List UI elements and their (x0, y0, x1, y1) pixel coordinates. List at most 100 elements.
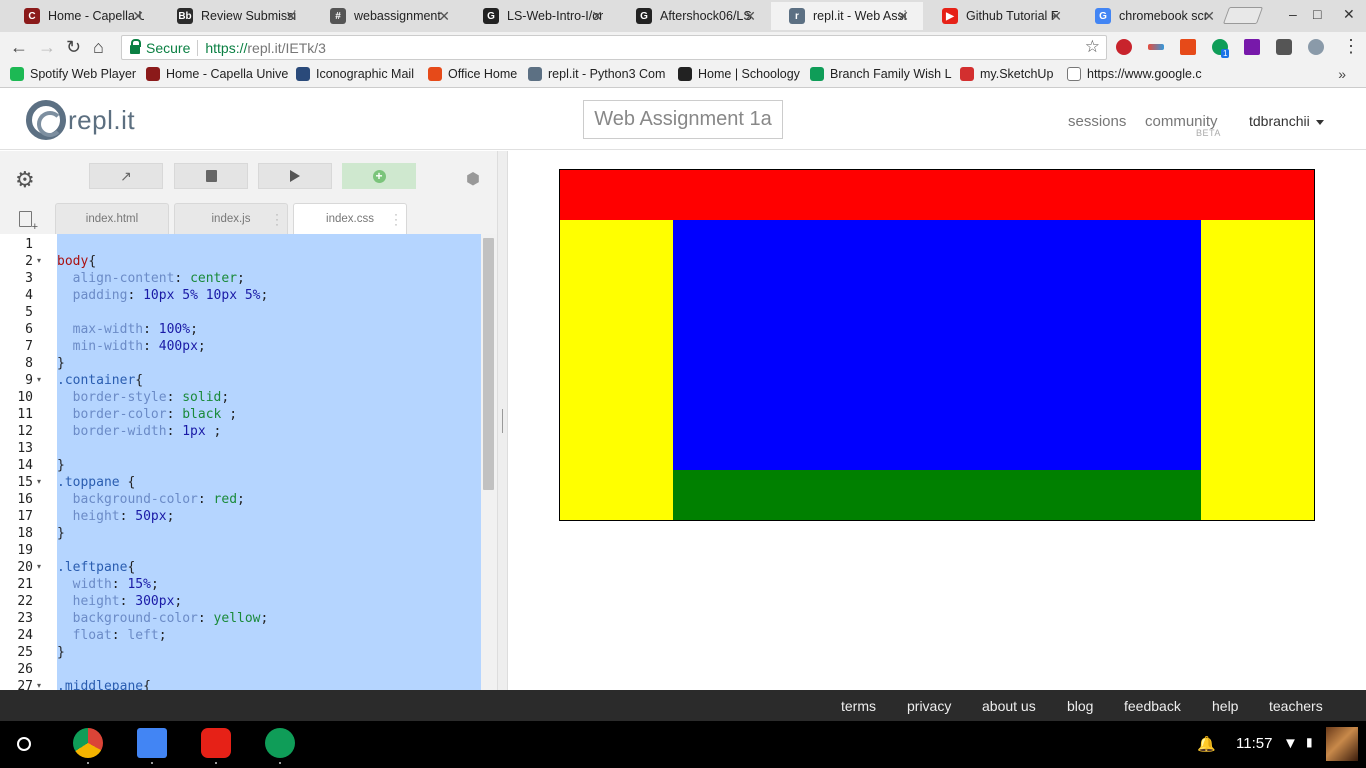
code-line[interactable]: max-width: 100%; (57, 321, 198, 338)
code-editor[interactable]: 1 2 ▾ 3 4 5 6 7 8 9 ▾ 10 11 12 13 14 15 ▾ 16 17 18 19 20 ▾ 21 22 2… (0, 234, 497, 690)
footer-link[interactable]: about us (982, 698, 1036, 714)
code-line[interactable]: } (57, 355, 65, 372)
code-line[interactable]: .toppane { (57, 474, 135, 491)
back-arrow-icon[interactable]: ← (10, 37, 28, 58)
pinterest-extension-icon[interactable] (1116, 39, 1132, 55)
code-line[interactable]: float: left; (57, 627, 167, 644)
tab-close-icon[interactable]: ✕ (591, 8, 603, 25)
code-line[interactable]: background-color: red; (57, 491, 245, 508)
reload-icon[interactable]: ↻ (66, 37, 81, 58)
new-tab-button[interactable] (1222, 7, 1264, 24)
code-line[interactable]: height: 50px; (57, 508, 175, 525)
bookmark-item[interactable]: repl.it - Python3 Com (528, 67, 665, 81)
tab-close-icon[interactable]: ✕ (132, 8, 144, 25)
address-bar[interactable]: Secure https:// repl.it/IETk/3 ☆ (121, 35, 1107, 60)
keep-extension-icon[interactable] (1276, 39, 1292, 55)
tab-close-icon[interactable]: ✕ (1050, 8, 1062, 25)
package-cube-icon[interactable]: ⬢ (466, 169, 480, 189)
notification-bell-icon[interactable]: 🔔 (1197, 735, 1216, 753)
footer-link[interactable]: help (1212, 698, 1238, 714)
code-line[interactable]: } (57, 525, 65, 542)
save-button[interactable] (174, 163, 248, 189)
fold-arrow-icon[interactable]: ▾ (37, 256, 41, 265)
system-clock[interactable]: 11:57 (1236, 735, 1272, 752)
footer-link[interactable]: terms (841, 698, 876, 714)
new-file-icon[interactable] (19, 211, 38, 232)
pane-splitter[interactable] (497, 151, 508, 690)
browser-tab[interactable]: Bb Review Submissi ✕ (159, 2, 311, 30)
code-line[interactable]: background-color: yellow; (57, 610, 269, 627)
bookmark-item[interactable]: my.SketchUp (960, 67, 1053, 81)
tab-close-icon[interactable]: ✕ (897, 8, 909, 25)
add-button[interactable]: + (342, 163, 416, 189)
docs-app-icon[interactable] (137, 728, 167, 758)
file-tab[interactable]: index.css · · · (293, 203, 407, 234)
forward-arrow-icon[interactable]: → (38, 37, 56, 58)
fold-arrow-icon[interactable]: ▾ (37, 681, 41, 690)
code-line[interactable]: .container{ (57, 372, 143, 389)
footer-link[interactable]: teachers (1269, 698, 1323, 714)
run-button[interactable] (258, 163, 332, 189)
code-line[interactable]: body{ (57, 253, 96, 270)
bookmark-star-icon[interactable]: ☆ (1085, 37, 1100, 57)
code-line[interactable]: height: 300px; (57, 593, 183, 610)
maximize-icon[interactable]: □ (1313, 6, 1321, 22)
code-line[interactable]: border-style: solid; (57, 389, 230, 406)
bookmark-item[interactable]: Home - Capella Unive (146, 67, 288, 81)
fold-arrow-icon[interactable]: ▾ (37, 562, 41, 571)
footer-link[interactable]: blog (1067, 698, 1093, 714)
editor-scrollbar-thumb[interactable] (483, 238, 494, 490)
fold-arrow-icon[interactable]: ▾ (37, 375, 41, 384)
code-line[interactable]: .middlepane{ (57, 678, 151, 690)
code-line[interactable]: padding: 10px 5% 10px 5%; (57, 287, 269, 304)
browser-tab[interactable]: C Home - Capella U ✕ (6, 2, 158, 30)
file-tab[interactable]: index.js · · · (174, 203, 288, 234)
bookmark-item[interactable]: Branch Family Wish L (810, 67, 952, 81)
browser-tab[interactable]: G Aftershock06/LS ✕ (618, 2, 770, 30)
file-tab-menu-icon[interactable]: · · · (275, 208, 279, 230)
youtube-app-icon[interactable] (201, 728, 231, 758)
close-window-icon[interactable]: ✕ (1343, 6, 1355, 23)
code-lines[interactable]: body{ align-content: center; padding: 10… (57, 234, 481, 690)
nav-sessions[interactable]: sessions (1068, 113, 1126, 130)
launcher-icon[interactable] (17, 737, 31, 751)
rainbow-extension-icon[interactable] (1148, 44, 1164, 50)
wifi-icon[interactable]: ▼ (1283, 735, 1298, 752)
file-tab-menu-icon[interactable]: · · · (394, 208, 398, 230)
fold-arrow-icon[interactable]: ▾ (37, 477, 41, 486)
browser-tab[interactable]: ▶ Github Tutorial F ✕ (924, 2, 1076, 30)
code-line[interactable]: .leftpane{ (57, 559, 135, 576)
tab-close-icon[interactable]: ✕ (1203, 8, 1215, 25)
replit-extension-icon[interactable] (1308, 39, 1324, 55)
tab-close-icon[interactable]: ✕ (285, 8, 297, 25)
browser-menu-icon[interactable]: ⋮ (1342, 36, 1360, 57)
share-button[interactable]: ↗ (89, 163, 163, 189)
code-line[interactable]: align-content: center; (57, 270, 245, 287)
footer-link[interactable]: feedback (1124, 698, 1181, 714)
chrome-app-icon[interactable] (73, 728, 103, 758)
code-line[interactable]: border-width: 1px ; (57, 423, 222, 440)
lock-status-icon[interactable]: ▮ (1306, 735, 1313, 749)
browser-tab[interactable]: Gchromebook scr ✕ (1077, 2, 1229, 30)
bookmark-item[interactable]: Iconographic Mail (296, 67, 414, 81)
replit-logo[interactable]: repl.it (26, 100, 135, 140)
bookmarks-overflow-icon[interactable]: » (1338, 66, 1346, 82)
tab-close-icon[interactable]: ✕ (744, 8, 756, 25)
user-avatar[interactable] (1326, 727, 1358, 761)
bookmark-item[interactable]: Spotify Web Player (10, 67, 136, 81)
hangouts-app-icon[interactable] (265, 728, 295, 758)
code-line[interactable]: } (57, 644, 65, 661)
footer-link[interactable]: privacy (907, 698, 951, 714)
tab-close-icon[interactable]: ✕ (438, 8, 450, 25)
minimize-icon[interactable]: – (1289, 6, 1297, 22)
bookmark-item[interactable]: https://www.google.c (1067, 67, 1202, 81)
bookmark-item[interactable]: Office Home (428, 67, 517, 81)
code-line[interactable]: border-color: black ; (57, 406, 237, 423)
code-line[interactable]: width: 15%; (57, 576, 159, 593)
onenote-extension-icon[interactable] (1244, 39, 1260, 55)
browser-tab[interactable]: # webassignment ✕ (312, 2, 464, 30)
user-menu[interactable]: tdbranchii (1249, 113, 1324, 129)
code-line[interactable]: } (57, 457, 65, 474)
file-tab[interactable]: index.html (55, 203, 169, 234)
home-icon[interactable]: ⌂ (93, 37, 104, 58)
